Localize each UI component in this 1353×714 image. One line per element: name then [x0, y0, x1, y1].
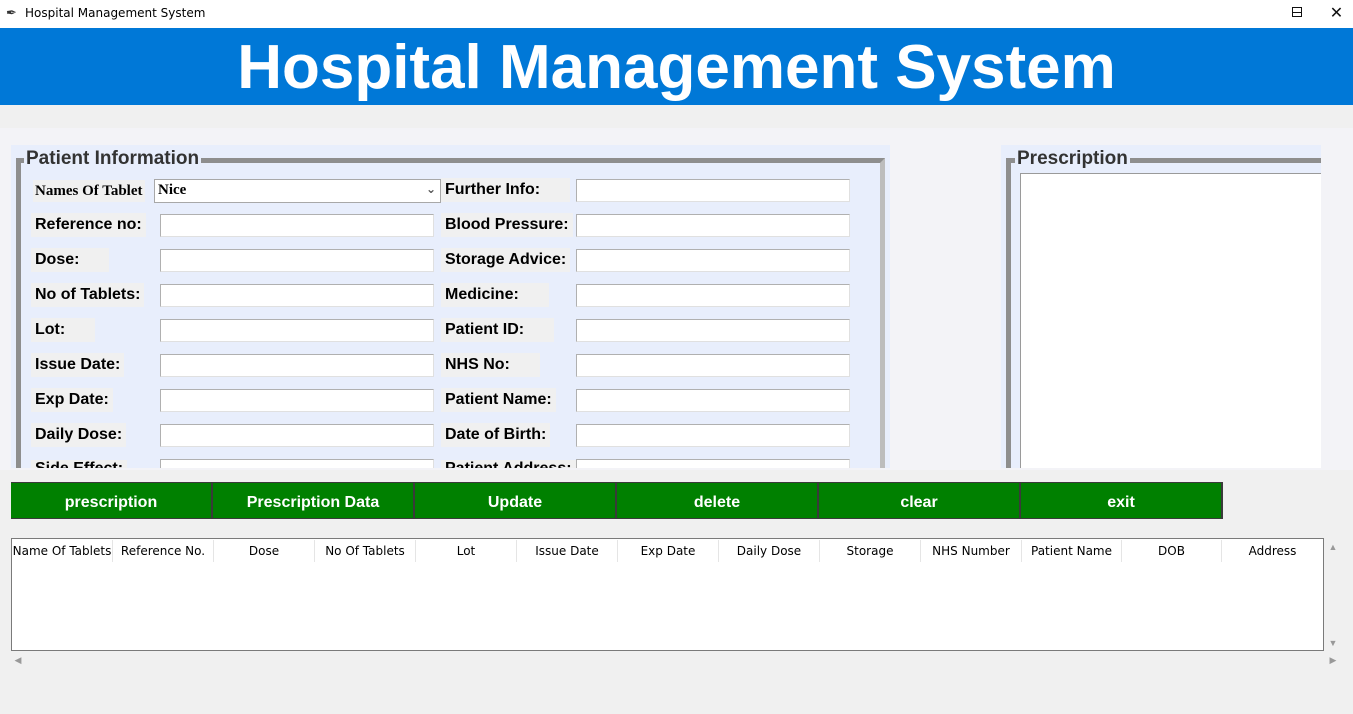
- dose-label: Dose:: [31, 248, 110, 272]
- clear-button[interactable]: clear: [819, 483, 1021, 518]
- side-effect-input[interactable]: [160, 459, 434, 468]
- delete-button[interactable]: delete: [617, 483, 819, 518]
- prescription-textarea[interactable]: [1020, 173, 1321, 468]
- nhs-no-input[interactable]: [576, 354, 850, 377]
- column-header-name-of-tablets[interactable]: Name Of Tablets: [12, 540, 113, 562]
- column-header-storage[interactable]: Storage: [820, 540, 921, 562]
- patient-address-clip: Patient Address:: [441, 460, 581, 468]
- window-title: Hospital Management System: [25, 6, 206, 20]
- patient-id-input[interactable]: [576, 319, 850, 342]
- patient-name-label: Patient Name:: [441, 388, 556, 412]
- patient-id-label: Patient ID:: [441, 318, 555, 342]
- prescription-button[interactable]: prescription: [11, 483, 213, 518]
- close-button[interactable]: ✕: [1320, 0, 1353, 28]
- exp-date-input[interactable]: [160, 389, 434, 412]
- column-header-nhs-number[interactable]: NHS Number: [921, 540, 1022, 562]
- column-header-no-of-tablets[interactable]: No Of Tablets: [315, 540, 416, 562]
- column-header-reference-no[interactable]: Reference No.: [113, 540, 214, 562]
- side-effect-label: Side Effect:: [31, 460, 128, 468]
- medicine-input[interactable]: [576, 284, 850, 307]
- column-header-address[interactable]: Address: [1222, 540, 1323, 562]
- patient-address-label: Patient Address:: [441, 460, 576, 468]
- names-of-tablet-value: Nice: [158, 182, 187, 198]
- maximize-button[interactable]: [1292, 7, 1302, 17]
- medicine-label: Medicine:: [441, 283, 549, 307]
- date-of-birth-input[interactable]: [576, 424, 850, 447]
- storage-advice-label: Storage Advice:: [441, 248, 571, 272]
- column-header-issue-date[interactable]: Issue Date: [517, 540, 618, 562]
- horizontal-scrollbar[interactable]: [11, 651, 1342, 668]
- feather-icon: ✒: [6, 5, 17, 20]
- daily-dose-label: Daily Dose:: [31, 423, 127, 447]
- blood-pressure-label: Blood Pressure:: [441, 213, 573, 237]
- issue-date-input[interactable]: [160, 354, 434, 377]
- reference-no-label: Reference no:: [31, 213, 146, 237]
- vertical-scrollbar[interactable]: [1324, 538, 1342, 651]
- further-info-input[interactable]: [576, 179, 850, 202]
- exp-date-label: Exp Date:: [31, 388, 113, 412]
- date-of-birth-label: Date of Birth:: [441, 423, 551, 447]
- column-header-daily-dose[interactable]: Daily Dose: [719, 540, 820, 562]
- lot-label: Lot:: [31, 318, 96, 342]
- further-info-label: Further Info:: [441, 178, 571, 202]
- blood-pressure-input[interactable]: [576, 214, 850, 237]
- patient-address-input[interactable]: [576, 459, 850, 468]
- column-header-lot[interactable]: Lot: [416, 540, 517, 562]
- daily-dose-input[interactable]: [160, 424, 434, 447]
- nhs-no-label: NHS No:: [441, 353, 540, 377]
- chevron-down-icon[interactable]: ⌄: [426, 182, 436, 196]
- triangle-up-icon[interactable]: ▲: [1326, 540, 1340, 554]
- lot-input[interactable]: [160, 319, 434, 342]
- prescription-legend: Prescription: [1015, 148, 1130, 170]
- triangle-left-icon[interactable]: ◀: [11, 653, 25, 667]
- dose-input[interactable]: [160, 249, 434, 272]
- triangle-right-icon[interactable]: ▶: [1326, 653, 1340, 667]
- column-header-exp-date[interactable]: Exp Date: [618, 540, 719, 562]
- reference-no-input[interactable]: [160, 214, 434, 237]
- triangle-down-icon[interactable]: ▼: [1326, 636, 1340, 650]
- page-title: Hospital Management System: [237, 33, 1116, 102]
- column-header-patient-name[interactable]: Patient Name: [1022, 540, 1122, 562]
- update-button[interactable]: Update: [415, 483, 617, 518]
- issue-date-label: Issue Date:: [31, 353, 125, 377]
- patient-info-legend: Patient Information: [24, 148, 202, 170]
- patient-name-input[interactable]: [576, 389, 850, 412]
- storage-advice-input[interactable]: [576, 249, 850, 272]
- names-of-tablet-label: Names Of Tablet: [33, 180, 145, 202]
- column-header-dose[interactable]: Dose: [214, 540, 315, 562]
- no-of-tablets-label: No of Tablets:: [31, 283, 145, 307]
- exit-button[interactable]: exit: [1021, 483, 1223, 518]
- column-header-dob[interactable]: DOB: [1122, 540, 1222, 562]
- no-of-tablets-input[interactable]: [160, 284, 434, 307]
- prescription-data-button[interactable]: Prescription Data: [213, 483, 415, 518]
- names-of-tablet-combobox[interactable]: Nice ⌄: [154, 179, 441, 203]
